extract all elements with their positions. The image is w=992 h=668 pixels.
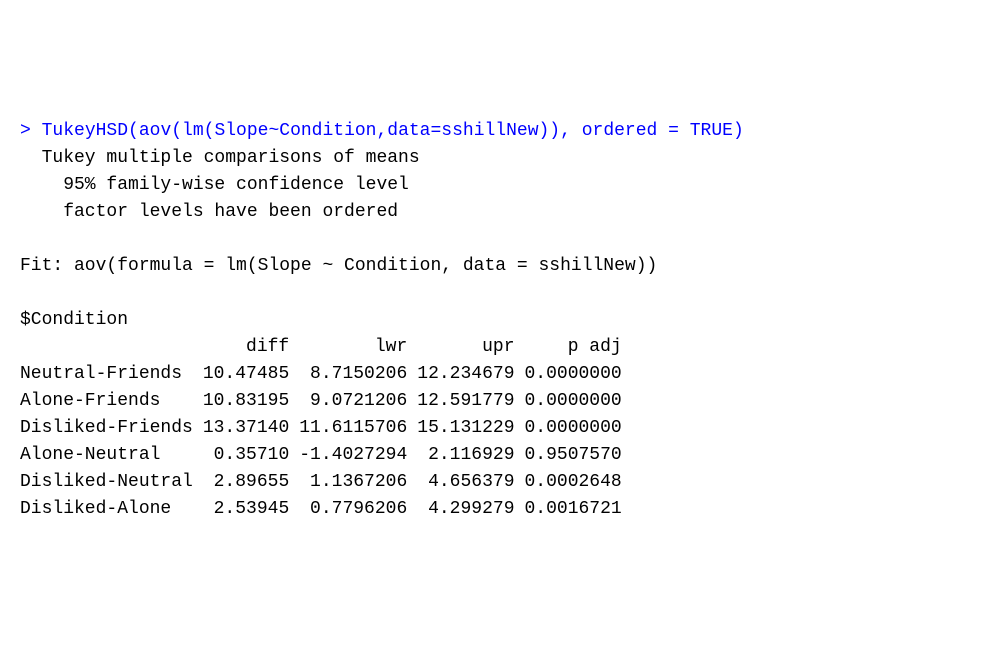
row-label: Disliked-Alone <box>20 496 203 523</box>
cell-diff: 13.37140 <box>203 415 299 442</box>
cell-diff: 10.47485 <box>203 361 299 388</box>
prompt-symbol: > <box>20 121 31 141</box>
col-header-upr: upr <box>417 334 524 361</box>
r-command: TukeyHSD(aov(lm(Slope~Condition,data=ssh… <box>42 121 744 141</box>
cell-padj: 0.0000000 <box>525 388 632 415</box>
table-row: Disliked-Neutral 2.89655 1.1367206 4.656… <box>20 469 632 496</box>
cell-upr: 12.234679 <box>417 361 524 388</box>
cell-padj: 0.0000000 <box>525 361 632 388</box>
output-line: Tukey multiple comparisons of means <box>20 148 420 168</box>
col-header-diff: diff <box>203 334 299 361</box>
cell-lwr: 8.7150206 <box>299 361 417 388</box>
cell-upr: 15.131229 <box>417 415 524 442</box>
table-row: Neutral-Friends 10.47485 8.7150206 12.23… <box>20 361 632 388</box>
cell-diff: 10.83195 <box>203 388 299 415</box>
output-line: 95% family-wise confidence level <box>20 175 409 195</box>
cell-padj: 0.9507570 <box>525 442 632 469</box>
cell-lwr: 1.1367206 <box>299 469 417 496</box>
cell-upr: 4.299279 <box>417 496 524 523</box>
row-label: Alone-Friends <box>20 388 203 415</box>
cell-diff: 0.35710 <box>203 442 299 469</box>
cell-upr: 12.591779 <box>417 388 524 415</box>
table-row: Alone-Friends 10.83195 9.0721206 12.5917… <box>20 388 632 415</box>
row-label: Disliked-Neutral <box>20 469 203 496</box>
tukey-table: diff lwr upr p adj Neutral-Friends 10.47… <box>20 334 632 523</box>
cell-padj: 0.0002648 <box>525 469 632 496</box>
row-label: Alone-Neutral <box>20 442 203 469</box>
console-line: > TukeyHSD(aov(lm(Slope~Condition,data=s… <box>20 121 744 141</box>
cell-diff: 2.89655 <box>203 469 299 496</box>
cell-lwr: 0.7796206 <box>299 496 417 523</box>
factor-label: $Condition <box>20 310 128 330</box>
col-header-blank <box>20 334 203 361</box>
table-row: Alone-Neutral 0.35710 -1.4027294 2.11692… <box>20 442 632 469</box>
table-row: Disliked-Alone 2.53945 0.7796206 4.29927… <box>20 496 632 523</box>
fit-line: Fit: aov(formula = lm(Slope ~ Condition,… <box>20 256 657 276</box>
cell-upr: 4.656379 <box>417 469 524 496</box>
col-header-lwr: lwr <box>299 334 417 361</box>
cell-padj: 0.0016721 <box>525 496 632 523</box>
table-row: Disliked-Friends 13.37140 11.6115706 15.… <box>20 415 632 442</box>
output-line: factor levels have been ordered <box>20 202 398 222</box>
cell-diff: 2.53945 <box>203 496 299 523</box>
cell-lwr: 11.6115706 <box>299 415 417 442</box>
cell-upr: 2.116929 <box>417 442 524 469</box>
cell-lwr: 9.0721206 <box>299 388 417 415</box>
col-header-padj: p adj <box>525 334 632 361</box>
row-label: Neutral-Friends <box>20 361 203 388</box>
cell-lwr: -1.4027294 <box>299 442 417 469</box>
cell-padj: 0.0000000 <box>525 415 632 442</box>
table-header-row: diff lwr upr p adj <box>20 334 632 361</box>
row-label: Disliked-Friends <box>20 415 203 442</box>
